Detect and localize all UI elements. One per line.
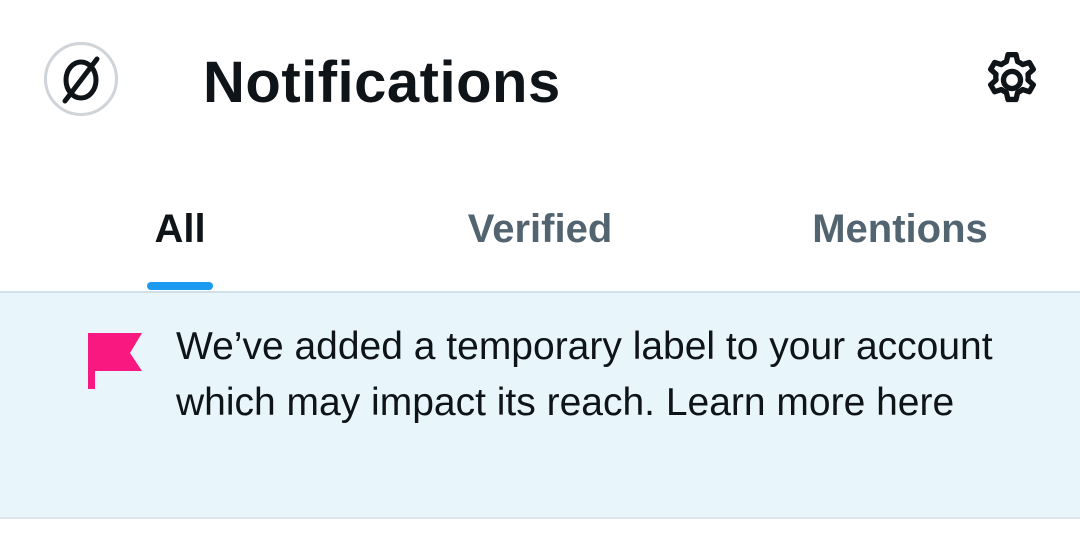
header: Notifications — [0, 0, 1080, 170]
notification-tabs: All Verified Mentions — [0, 170, 1080, 292]
account-label-notice[interactable]: We’ve added a temporary label to your ac… — [0, 293, 1080, 517]
avatar-null-symbol-icon — [62, 56, 100, 104]
avatar[interactable] — [44, 42, 118, 116]
tab-all[interactable]: All — [100, 170, 260, 292]
tab-mentions-label: Mentions — [812, 207, 988, 251]
notifications-page: Notifications All Verified Mentions We’v… — [0, 0, 1080, 538]
notice-text: We’ve added a temporary label to your ac… — [176, 325, 993, 424]
tab-all-label: All — [154, 207, 206, 251]
bottom-divider — [0, 517, 1080, 519]
gear-icon — [988, 52, 1036, 103]
tab-verified[interactable]: Verified — [408, 170, 672, 292]
tab-verified-label: Verified — [467, 207, 613, 251]
flag-icon — [88, 333, 142, 389]
active-tab-indicator — [147, 282, 213, 290]
settings-button[interactable] — [978, 46, 1046, 114]
tab-mentions[interactable]: Mentions — [780, 170, 1020, 292]
page-title: Notifications — [203, 50, 561, 115]
